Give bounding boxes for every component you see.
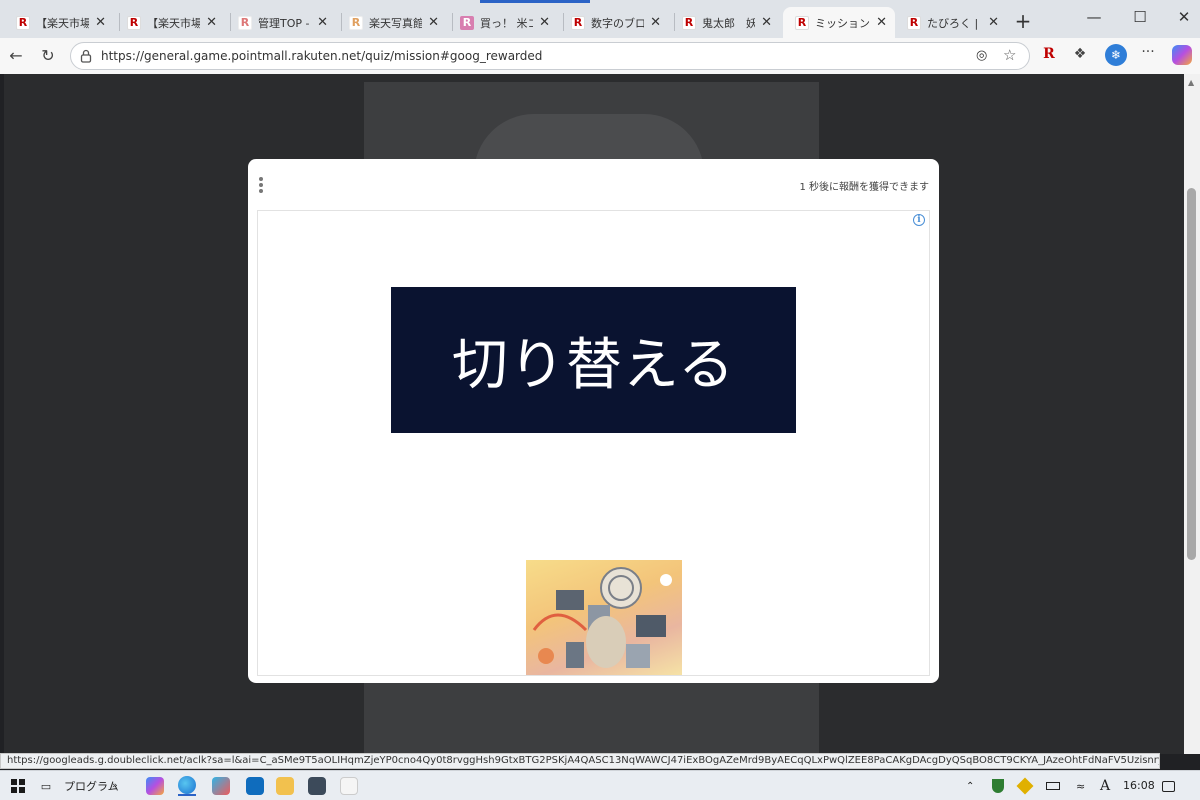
rakuten-icon: R	[907, 15, 921, 30]
tab-label: 管理TOP - 楽	[258, 16, 311, 30]
tracking-prevention-eye-icon[interactable]: ◎	[976, 48, 987, 63]
edge-icon[interactable]	[178, 776, 196, 796]
rakuten-pink-icon: R	[460, 15, 474, 30]
close-icon[interactable]: ✕	[988, 15, 999, 30]
windows-start-icon[interactable]	[8, 776, 28, 796]
chevron-right-icon[interactable]: »	[112, 776, 118, 796]
ad-cta-button[interactable]: 切り替える	[391, 287, 796, 433]
program-toolbar-label[interactable]: プログラム	[64, 776, 119, 796]
tab-label: 鬼太郎 妖怪	[702, 16, 756, 30]
chevron-up-icon[interactable]: ⌃	[966, 776, 974, 796]
tab-kome-collection[interactable]: R 買っ！ 米コレ ✕	[448, 7, 558, 38]
close-icon[interactable]: ✕	[317, 15, 328, 30]
more-menu-icon[interactable]: ···	[1138, 44, 1158, 60]
ad-illustration[interactable]	[526, 560, 682, 675]
close-icon[interactable]: ✕	[206, 15, 217, 30]
file-explorer-icon[interactable]	[276, 776, 294, 796]
tab-rakuten-ichiba-2[interactable]: R 【楽天市場】( ✕	[115, 7, 225, 38]
rakuten-extension-icon[interactable]: R	[1039, 46, 1059, 62]
tab-label: 買っ！ 米コレ	[480, 16, 534, 30]
tab-number-blocks[interactable]: R 数字のブロッ: ✕	[559, 7, 669, 38]
rakuten-icon: R	[571, 15, 585, 30]
tab-strip: R 【楽天市場】S ✕ R 【楽天市場】( ✕ R 管理TOP - 楽 ✕ R …	[0, 0, 1200, 38]
close-icon[interactable]: ✕	[876, 15, 887, 30]
profile-avatar[interactable]: ❄	[1105, 44, 1127, 66]
battery-icon[interactable]	[1046, 776, 1060, 796]
address-bar[interactable]: https://general.game.pointmall.rakuten.n…	[70, 42, 1030, 70]
wifi-icon[interactable]: ≈	[1076, 776, 1085, 796]
notification-icon[interactable]	[1162, 776, 1175, 796]
kebab-menu-icon[interactable]	[258, 177, 264, 195]
maximize-button[interactable]: ☐	[1130, 8, 1150, 26]
rakuten-icon: R	[349, 15, 363, 30]
close-icon[interactable]: ✕	[539, 15, 550, 30]
tab-kitaro[interactable]: R 鬼太郎 妖怪 ✕	[670, 7, 780, 38]
calculator-icon[interactable]	[308, 776, 326, 796]
refresh-icon[interactable]: ↻	[38, 46, 58, 65]
tab-rakuten-ichiba-1[interactable]: R 【楽天市場】S ✕	[4, 7, 114, 38]
app-icon[interactable]	[340, 776, 358, 796]
new-tab-button[interactable]: +	[1013, 9, 1033, 33]
close-icon[interactable]: ✕	[650, 15, 661, 30]
pin-diamond-icon[interactable]	[1016, 776, 1034, 796]
tab-label: 【楽天市場】(	[147, 16, 201, 30]
favorite-star-icon[interactable]: ☆	[1003, 46, 1016, 64]
url-text[interactable]: https://general.game.pointmall.rakuten.n…	[101, 49, 542, 63]
tab-kanri-top[interactable]: R 管理TOP - 楽 ✕	[226, 7, 336, 38]
rakuten-icon: R	[238, 15, 252, 30]
tab-label: 【楽天市場】S	[36, 16, 90, 30]
active-tab-indicator	[480, 0, 590, 3]
security-shield-icon[interactable]	[992, 776, 1004, 796]
task-view-icon[interactable]: ▭	[36, 776, 56, 796]
rewarded-ad-modal: 1 秒後に報酬を獲得できます i 切り替える	[248, 159, 939, 683]
rakuten-icon: R	[127, 15, 141, 30]
copilot-icon[interactable]	[1172, 45, 1192, 65]
rakuten-icon: R	[795, 15, 809, 30]
extensions-puzzle-icon[interactable]: ❖	[1070, 46, 1090, 62]
close-icon[interactable]: ✕	[428, 15, 439, 30]
tab-label: 楽天写真館	[369, 16, 423, 30]
rakuten-icon: R	[16, 15, 30, 30]
tab-label: たびろく | 楽	[927, 16, 982, 30]
scroll-up-arrow-icon[interactable]: ▲	[1188, 78, 1194, 87]
scrollbar-thumb[interactable]	[1187, 188, 1196, 560]
minimize-button[interactable]: —	[1084, 8, 1104, 26]
ime-indicator[interactable]: A	[1100, 776, 1110, 796]
back-arrow-icon[interactable]: ←	[6, 46, 26, 65]
windows-taskbar: ▭ プログラム » ⌃ ≈ A 16:08	[0, 770, 1200, 800]
tab-mission-active[interactable]: R ミッション | 賢 ✕	[783, 7, 895, 38]
store-icon[interactable]	[212, 776, 230, 796]
tab-rakuten-shashinkan[interactable]: R 楽天写真館 ✕	[337, 7, 447, 38]
close-icon[interactable]: ✕	[761, 15, 772, 30]
reward-countdown-text: 1 秒後に報酬を獲得できます	[799, 182, 929, 193]
tab-label: ミッション | 賢	[815, 16, 870, 30]
browser-toolbar: ← ↻ https://general.game.pointmall.rakut…	[0, 38, 1200, 74]
rakuten-icon: R	[682, 15, 696, 30]
status-bar-link-preview: https://googleads.g.doubleclick.net/aclk…	[0, 753, 1160, 769]
tab-label: 数字のブロッ:	[591, 16, 645, 30]
lock-icon[interactable]	[80, 49, 92, 63]
copilot-icon[interactable]	[146, 776, 164, 796]
tab-tabiroku[interactable]: R たびろく | 楽 ✕	[895, 7, 1007, 38]
outlook-icon[interactable]	[246, 776, 264, 796]
taskbar-clock[interactable]: 16:08	[1123, 779, 1155, 792]
close-window-button[interactable]: ✕	[1174, 8, 1194, 26]
ad-creative[interactable]: i 切り替える	[257, 210, 930, 676]
ad-info-icon[interactable]: i	[913, 214, 925, 226]
close-icon[interactable]: ✕	[95, 15, 106, 30]
